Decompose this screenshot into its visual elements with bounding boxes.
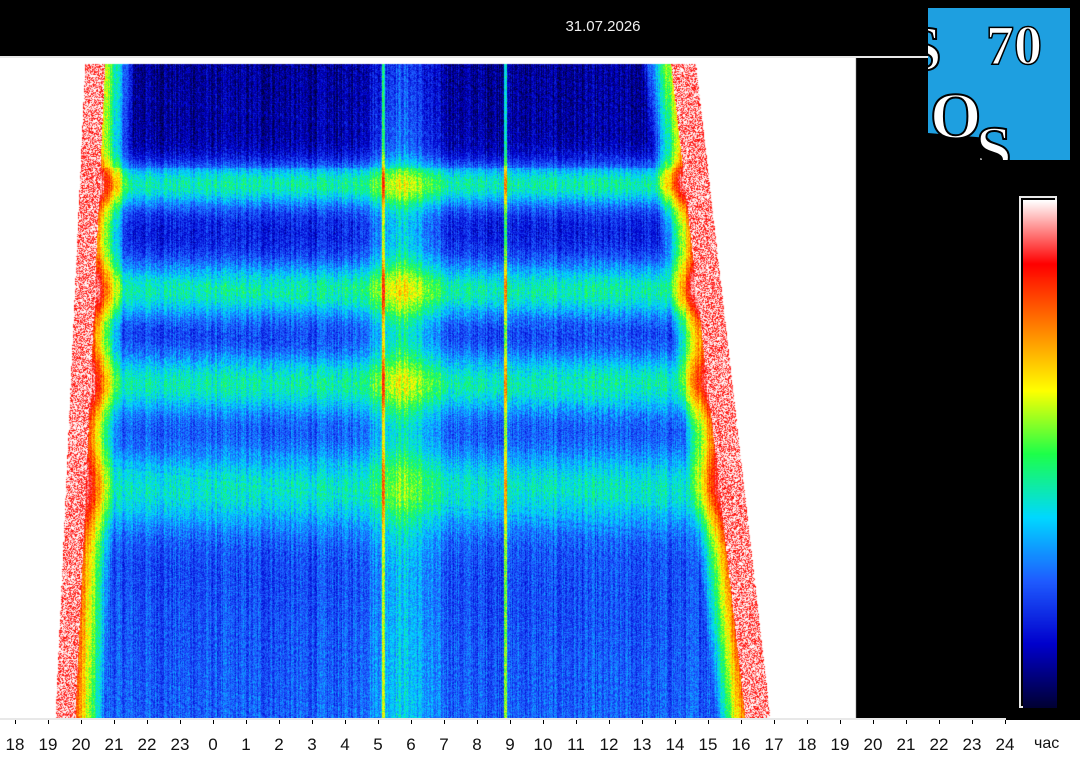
x-tick-label: 9 xyxy=(505,735,515,754)
x-tick-mark xyxy=(708,720,709,724)
x-tick-label: 23 xyxy=(962,735,982,754)
x-tick-mark xyxy=(444,720,445,724)
x-tick-mark xyxy=(543,720,544,724)
spectrogram-plot xyxy=(0,58,1006,718)
x-tick-label: 3 xyxy=(307,735,317,754)
x-tick-mark xyxy=(972,720,973,724)
x-tick-label: 8 xyxy=(472,735,482,754)
logo-number-70: 70 xyxy=(986,15,1042,77)
x-tick-mark xyxy=(741,720,742,724)
x-tick-label: 17 xyxy=(764,735,784,754)
x-tick-mark xyxy=(609,720,610,724)
logo-letter-s1: S xyxy=(928,13,942,84)
x-tick-label: 16 xyxy=(731,735,751,754)
x-tick-label: 15 xyxy=(698,735,718,754)
x-tick-mark xyxy=(642,720,643,724)
x-axis-unit: час xyxy=(1034,735,1060,752)
x-tick-mark xyxy=(48,720,49,724)
x-axis: 18 19 20 21 22 23 0 1 2 3 4 5 6 7 8 9 10 11 12 13 14 15 16 17 18… xyxy=(0,720,1080,764)
x-tick-mark xyxy=(510,720,511,724)
x-tick-label: 18 xyxy=(5,735,25,754)
logo-letter-o: O xyxy=(930,80,981,153)
x-tick-label: 22 xyxy=(929,735,949,754)
x-tick-mark xyxy=(774,720,775,724)
colorbar-legend xyxy=(1019,196,1057,708)
x-tick-mark xyxy=(246,720,247,724)
x-tick-label: 21 xyxy=(104,735,124,754)
x-tick-mark xyxy=(81,720,82,724)
x-tick-label: 7 xyxy=(439,735,449,754)
sos70-logo: S 70 O S xyxy=(928,8,1070,160)
x-tick-mark xyxy=(939,720,940,724)
x-tick-label: 18 xyxy=(797,735,817,754)
x-tick-mark xyxy=(807,720,808,724)
logo-letter-s2: S xyxy=(976,113,1012,160)
x-tick-mark xyxy=(411,720,412,724)
x-tick-mark xyxy=(279,720,280,724)
x-tick-label: 4 xyxy=(340,735,350,754)
x-tick-label: 19 xyxy=(38,735,58,754)
x-tick-mark xyxy=(840,720,841,724)
x-tick-mark xyxy=(114,720,115,724)
x-tick-label: 23 xyxy=(170,735,190,754)
x-tick-label: 6 xyxy=(406,735,416,754)
x-tick-label: 1 xyxy=(241,735,251,754)
x-tick-label: 12 xyxy=(599,735,619,754)
x-tick-mark xyxy=(873,720,874,724)
x-tick-label: 24 xyxy=(995,735,1015,754)
title-bar: 31.07.2026 xyxy=(0,0,1080,56)
x-tick-mark xyxy=(180,720,181,724)
x-tick-mark xyxy=(1005,720,1006,724)
x-tick-label: 13 xyxy=(632,735,652,754)
x-tick-mark xyxy=(213,720,214,724)
x-tick-mark xyxy=(15,720,16,724)
x-tick-label: 20 xyxy=(863,735,883,754)
x-tick-label: 10 xyxy=(533,735,553,754)
x-tick-mark xyxy=(345,720,346,724)
x-tick-mark xyxy=(675,720,676,724)
x-tick-label: 11 xyxy=(567,735,585,754)
x-tick-mark xyxy=(477,720,478,724)
x-tick-label: 5 xyxy=(373,735,383,754)
x-tick-mark xyxy=(906,720,907,724)
x-tick-label: 0 xyxy=(208,735,218,754)
x-tick-label: 2 xyxy=(274,735,284,754)
x-tick-label: 22 xyxy=(137,735,157,754)
x-tick-label: 20 xyxy=(71,735,91,754)
colorbar-gradient xyxy=(1023,200,1057,708)
spectrogram-window: 31.07.2026 S 70 O S 18192021222301234567… xyxy=(0,0,1080,764)
x-tick-mark xyxy=(378,720,379,724)
x-tick-mark xyxy=(312,720,313,724)
chart-title: 31.07.2026 xyxy=(565,18,641,35)
x-tick-label: 21 xyxy=(896,735,916,754)
x-tick-mark xyxy=(576,720,577,724)
x-tick-label: 14 xyxy=(665,735,685,754)
x-tick-label: 19 xyxy=(830,735,850,754)
x-tick-mark xyxy=(147,720,148,724)
